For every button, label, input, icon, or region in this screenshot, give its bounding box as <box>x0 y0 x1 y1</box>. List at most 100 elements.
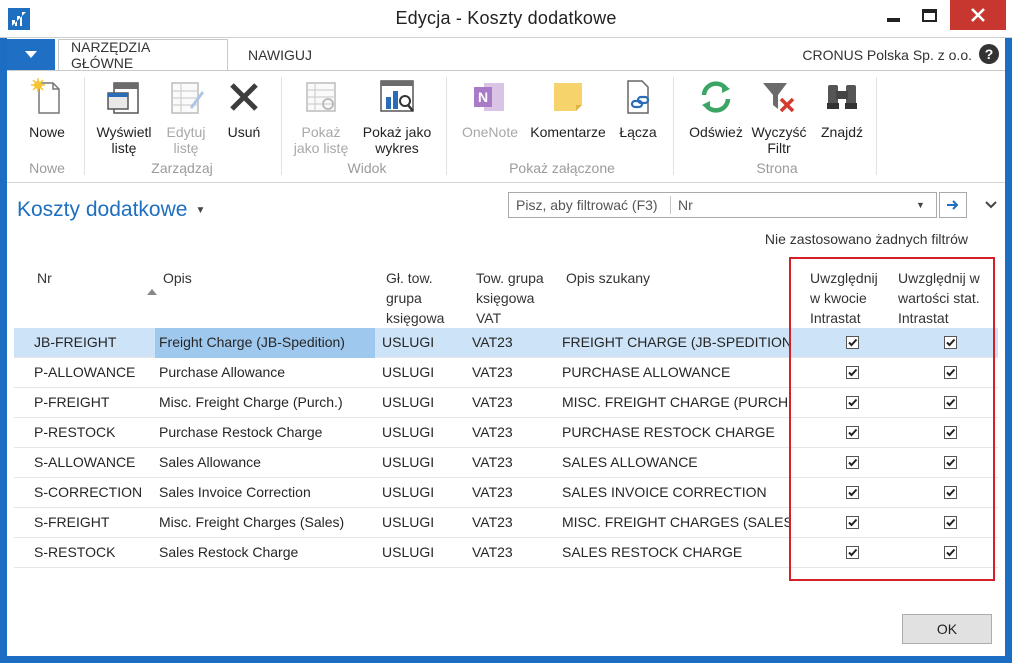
link-icon <box>627 80 650 114</box>
maximize-icon <box>921 8 937 22</box>
group-label-manage: Zarządzaj <box>151 160 213 176</box>
tab-navigate[interactable]: NAWIGUJ <box>236 39 324 71</box>
onenote-button[interactable]: N OneNote <box>457 77 523 140</box>
ribbon-separator <box>281 77 282 175</box>
delete-button[interactable]: Usuń <box>219 77 269 140</box>
cell-nr[interactable]: JB-FREIGHT <box>34 328 160 358</box>
column-header-search-description[interactable]: Opis szukany <box>566 268 650 288</box>
cell-vat-prod-posting[interactable]: VAT23 <box>472 448 558 478</box>
cell-vat-prod-posting[interactable]: VAT23 <box>472 508 558 538</box>
minimize-icon <box>886 18 900 22</box>
cell-search-description[interactable]: MISC. FREIGHT CHARGE (PURCH.) <box>562 388 790 418</box>
header-line: księgowa <box>476 290 535 306</box>
clear-filter-label-1: Wyczyść <box>751 124 807 140</box>
cell-gen-bus-posting[interactable]: USLUGI <box>382 508 468 538</box>
cell-search-description[interactable]: SALES INVOICE CORRECTION <box>562 478 790 508</box>
cell-vat-prod-posting[interactable]: VAT23 <box>472 328 558 358</box>
cell-vat-prod-posting[interactable]: VAT23 <box>472 358 558 388</box>
help-icon[interactable]: ? <box>979 44 999 64</box>
edit-list-button[interactable]: Edytuj listę <box>159 77 213 156</box>
cell-vat-prod-posting[interactable]: VAT23 <box>472 388 558 418</box>
cell-gen-bus-posting[interactable]: USLUGI <box>382 328 468 358</box>
new-button[interactable]: Nowe <box>21 77 73 140</box>
cell-opis[interactable]: Freight Charge (JB-Spedition) <box>155 328 375 358</box>
column-header-opis[interactable]: Opis <box>163 268 192 288</box>
cell-nr[interactable]: S-RESTOCK <box>34 538 160 568</box>
cell-search-description[interactable]: FREIGHT CHARGE (JB-SPEDITION) <box>562 328 790 358</box>
header-line: VAT <box>476 310 502 326</box>
onenote-icon: N <box>474 83 504 111</box>
cell-vat-prod-posting[interactable]: VAT23 <box>472 538 558 568</box>
cell-gen-bus-posting[interactable]: USLUGI <box>382 418 468 448</box>
delete-icon <box>230 83 258 111</box>
ribbon-separator <box>673 77 674 175</box>
cell-opis[interactable]: Purchase Restock Charge <box>159 418 379 448</box>
ribbon: Nowe Nowe Wyświetl listę Edytuj listę Us… <box>7 70 1005 183</box>
cell-gen-bus-posting[interactable]: USLUGI <box>382 448 468 478</box>
ribbon-separator <box>876 77 877 175</box>
cell-nr[interactable]: S-CORRECTION <box>34 478 160 508</box>
column-header-nr[interactable]: Nr <box>37 268 52 288</box>
find-label: Znajdź <box>820 124 864 140</box>
cell-opis[interactable]: Misc. Freight Charge (Purch.) <box>159 388 379 418</box>
show-as-chart-button[interactable]: Pokaż jako wykres <box>357 77 437 156</box>
comments-icon <box>554 83 582 111</box>
edit-list-label-2: listę <box>173 140 199 156</box>
cell-opis[interactable]: Sales Invoice Correction <box>159 478 379 508</box>
refresh-button[interactable]: Odśwież <box>685 77 747 140</box>
highlight-box <box>789 257 995 581</box>
tab-home[interactable]: NARZĘDZIA GŁÓWNE <box>58 39 228 71</box>
show-as-chart-label-2: wykres <box>375 140 419 156</box>
group-label-page: Strona <box>756 160 798 176</box>
cell-opis[interactable]: Purchase Allowance <box>159 358 379 388</box>
header-line: Gł. tow. <box>386 270 433 286</box>
close-button[interactable] <box>950 0 1006 30</box>
cell-opis[interactable]: Sales Restock Charge <box>159 538 379 568</box>
filter-field-select[interactable]: Nr <box>671 197 916 213</box>
apply-filter-button[interactable] <box>939 192 967 218</box>
find-button[interactable]: Znajdź <box>813 77 871 140</box>
links-button[interactable]: Łącza <box>613 77 663 140</box>
cell-search-description[interactable]: SALES RESTOCK CHARGE <box>562 538 790 568</box>
view-list-icon <box>107 82 139 114</box>
clear-filter-button[interactable]: Wyczyść Filtr <box>749 77 809 156</box>
cell-nr[interactable]: P-RESTOCK <box>34 418 160 448</box>
comments-button[interactable]: Komentarze <box>525 77 611 140</box>
cell-search-description[interactable]: PURCHASE RESTOCK CHARGE <box>562 418 790 448</box>
cell-nr[interactable]: P-ALLOWANCE <box>34 358 160 388</box>
cell-gen-bus-posting[interactable]: USLUGI <box>382 538 468 568</box>
maximize-button[interactable] <box>910 0 948 30</box>
minimize-button[interactable] <box>878 0 908 30</box>
application-menu-button[interactable] <box>7 39 55 70</box>
column-header-vat-prod-posting[interactable]: Tow. grupa księgowa VAT <box>476 268 544 328</box>
page-title[interactable]: Koszty dodatkowe ▼ <box>17 198 205 222</box>
cell-nr[interactable]: S-ALLOWANCE <box>34 448 160 478</box>
ok-button[interactable]: OK <box>902 614 992 644</box>
cell-search-description[interactable]: PURCHASE ALLOWANCE <box>562 358 790 388</box>
cell-gen-bus-posting[interactable]: USLUGI <box>382 358 468 388</box>
cell-search-description[interactable]: MISC. FREIGHT CHARGES (SALES) <box>562 508 790 538</box>
dropdown-arrow-icon[interactable]: ▼ <box>916 200 936 210</box>
cell-opis[interactable]: Misc. Freight Charges (Sales) <box>159 508 379 538</box>
collapse-chevron-icon[interactable] <box>985 199 997 211</box>
company-name: CRONUS Polska Sp. z o.o. <box>802 47 972 63</box>
delete-button-label: Usuń <box>227 124 261 140</box>
cell-vat-prod-posting[interactable]: VAT23 <box>472 418 558 448</box>
show-as-list-button[interactable]: Pokaż jako listę <box>289 77 353 156</box>
view-list-button[interactable]: Wyświetl listę <box>91 77 157 156</box>
cell-search-description[interactable]: SALES ALLOWANCE <box>562 448 790 478</box>
group-label-new: Nowe <box>29 160 65 176</box>
filter-input[interactable]: Pisz, aby filtrować (F3) <box>509 196 671 214</box>
clear-filter-label-2: Filtr <box>767 140 791 156</box>
cell-nr[interactable]: P-FREIGHT <box>34 388 160 418</box>
column-header-gen-bus-posting[interactable]: Gł. tow. grupa księgowa <box>386 268 444 328</box>
cell-gen-bus-posting[interactable]: USLUGI <box>382 388 468 418</box>
edit-list-icon <box>171 82 204 114</box>
cell-nr[interactable]: S-FREIGHT <box>34 508 160 538</box>
header-line: księgowa <box>386 310 445 326</box>
cell-vat-prod-posting[interactable]: VAT23 <box>472 478 558 508</box>
onenote-label: OneNote <box>461 124 519 140</box>
cell-gen-bus-posting[interactable]: USLUGI <box>382 478 468 508</box>
cell-opis[interactable]: Sales Allowance <box>159 448 379 478</box>
show-as-list-icon <box>306 82 336 112</box>
